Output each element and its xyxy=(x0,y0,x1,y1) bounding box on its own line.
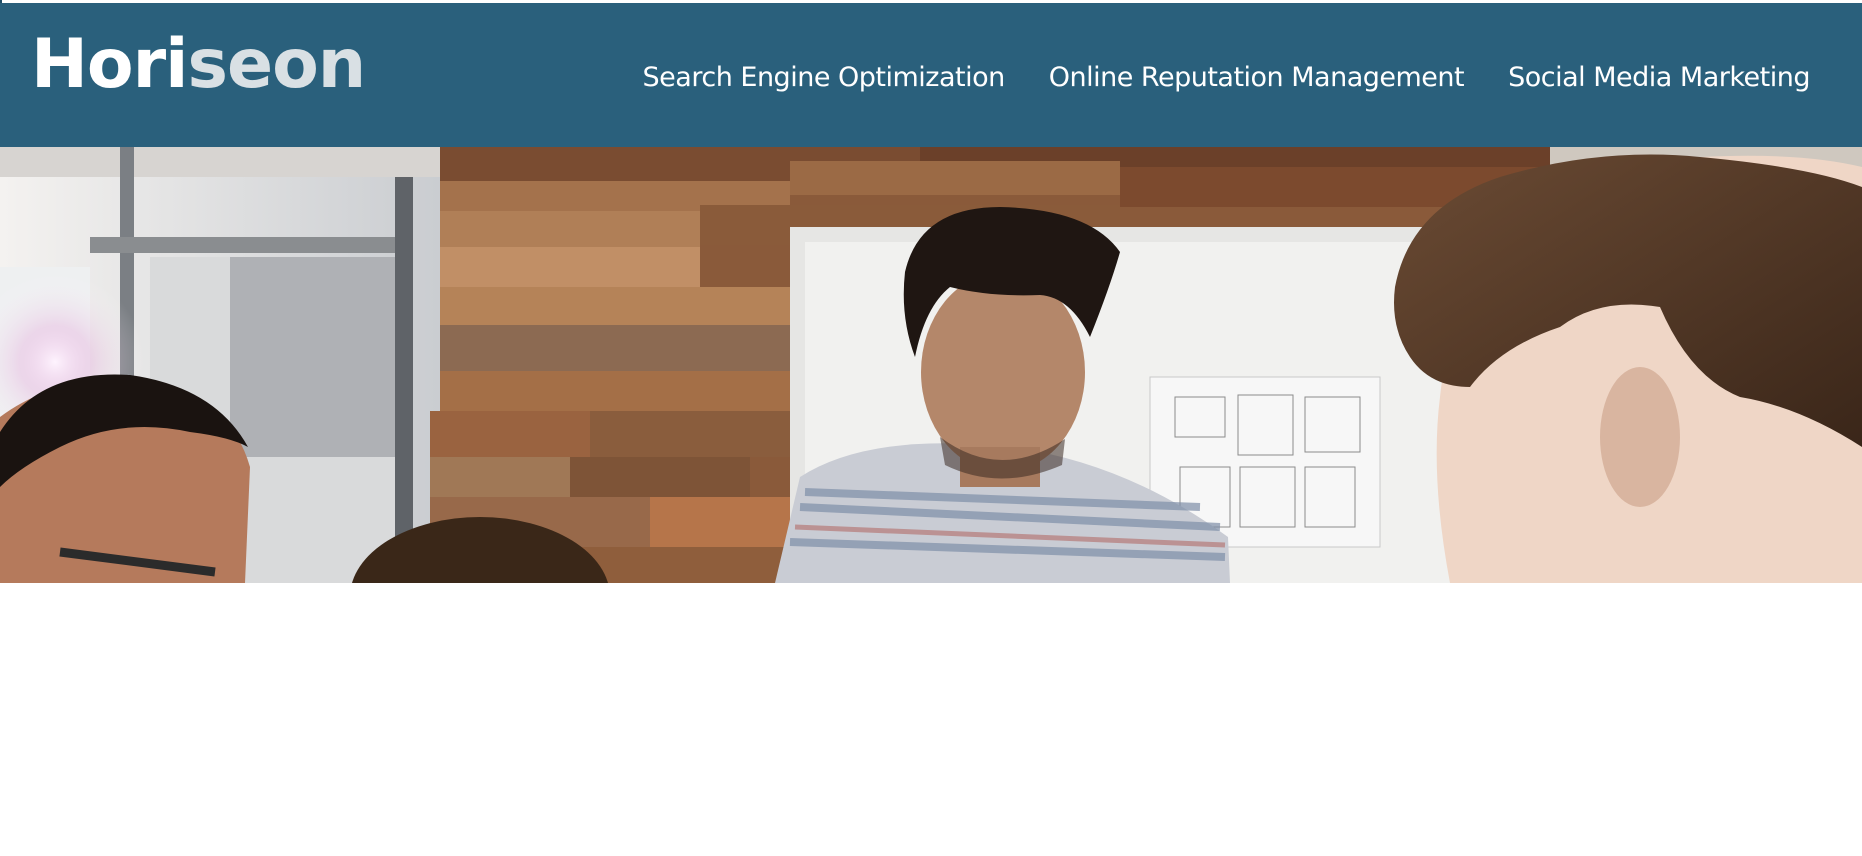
site-logo[interactable]: Horiseon xyxy=(31,31,366,99)
logo-text-secondary: seon xyxy=(187,25,366,104)
main-nav: Search Engine Optimization Online Reputa… xyxy=(643,3,1811,147)
hero-image xyxy=(0,147,1862,583)
nav-link-seo[interactable]: Search Engine Optimization xyxy=(643,62,1006,93)
site-header: Horiseon Search Engine Optimization Onli… xyxy=(0,3,1862,147)
logo-text-primary: Hori xyxy=(31,25,188,104)
hero-photo xyxy=(0,147,1862,583)
nav-link-reputation[interactable]: Online Reputation Management xyxy=(1049,62,1465,93)
nav-link-social[interactable]: Social Media Marketing xyxy=(1508,62,1810,93)
